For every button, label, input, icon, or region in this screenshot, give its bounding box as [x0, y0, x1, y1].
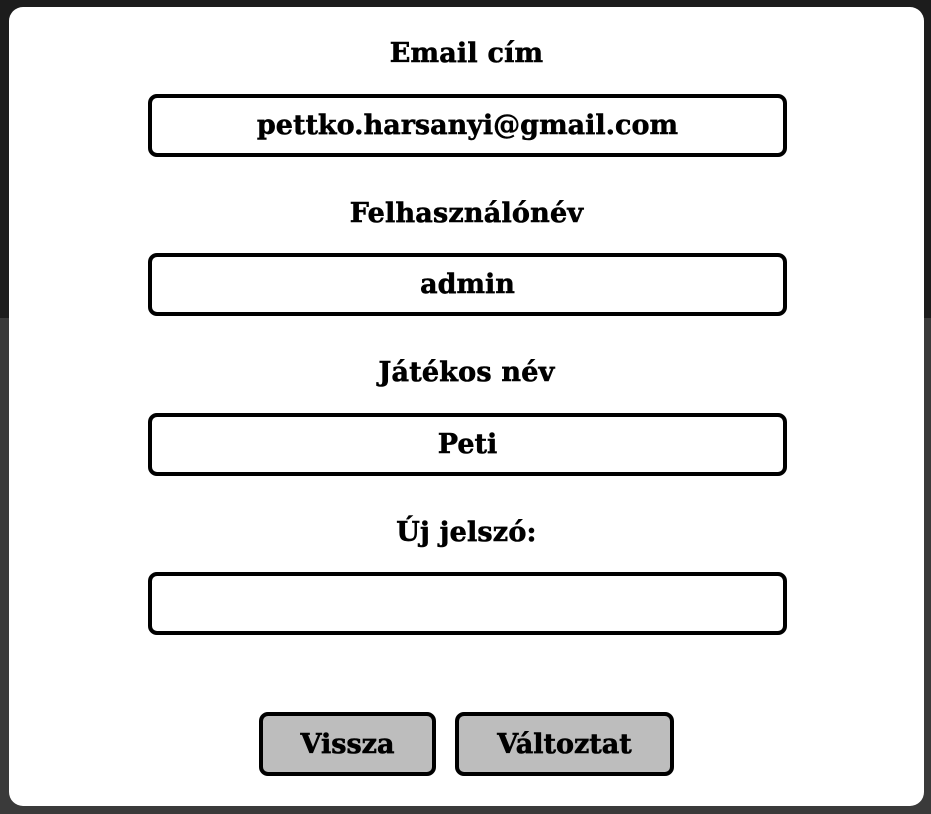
email-field[interactable] — [148, 94, 787, 157]
new-password-field[interactable] — [148, 572, 787, 635]
username-field[interactable] — [148, 253, 787, 316]
new-password-label: Új jelszó: — [396, 517, 537, 549]
change-button[interactable]: Változtat — [455, 712, 674, 776]
player-name-label: Játékos név — [378, 357, 555, 389]
profile-edit-dialog: Email cím Felhasználónév Játékos név Új … — [9, 7, 924, 806]
back-button[interactable]: Vissza — [259, 712, 436, 776]
player-name-field[interactable] — [148, 413, 787, 476]
username-label: Felhasználónév — [349, 198, 584, 230]
email-label: Email cím — [389, 38, 544, 70]
